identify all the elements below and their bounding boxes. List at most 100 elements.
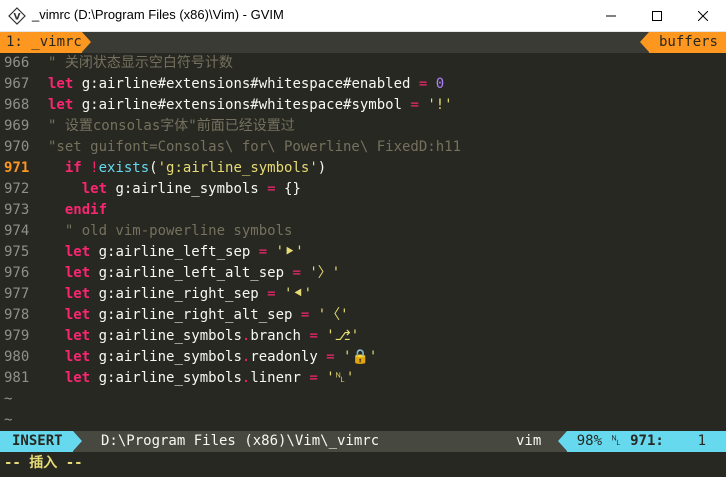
code-token: g:airline_right_alt_sep [90,307,301,323]
code-token: let [48,97,74,113]
close-icon [698,10,708,21]
percent: 98% [576,433,603,449]
line-number: 981 [4,370,30,386]
powerline-separator-icon [81,32,91,52]
line-text: let g:airline_left_sep = '⯈' [48,242,304,263]
code-line[interactable]: 973 endif [0,200,726,221]
line-number: 979 [4,328,30,344]
code-line[interactable]: 979 let g:airline_symbols.branch = '⎇' [0,326,726,347]
line-text: " 关闭状态显示空白符号计数 [48,53,233,74]
code-token: " 设置consolas字体"前面已经设置过 [48,118,295,134]
code-token: endif [64,202,108,218]
code-token: '␤' [326,370,355,386]
position-indicator: 98% ␤ 971: 1 [557,431,726,452]
code-line[interactable]: 969 " 设置consolas字体"前面已经设置过 [0,116,726,137]
line-number: 968 [4,97,30,113]
code-token: let [64,307,91,323]
code-token: '〉' [309,265,341,281]
mode-label: INSERT [12,433,63,449]
gvim-icon: V [8,7,26,25]
line-text: let g:airline#extensions#whitespace#symb… [48,95,453,116]
code-line[interactable]: 967 let g:airline#extensions#whitespace#e… [0,74,726,95]
code-line[interactable]: 976 let g:airline_left_alt_sep = '〉' [0,263,726,284]
powerline-separator-icon [72,431,82,451]
code-token: g:airline#extensions#whitespace#enabled [73,76,419,92]
line-text: let g:airline_symbols.branch = '⎇' [48,326,359,347]
code-line[interactable]: 970 "set guifont=Consolas\ for\ Powerline… [0,137,726,158]
line-number: 973 [4,202,30,218]
code-token: g:airline_left_alt_sep [90,265,293,281]
svg-text:V: V [14,13,21,23]
code-token: let [64,244,91,260]
code-token: ( [149,160,158,176]
line-text: let g:airline_symbols.linenr = '␤' [48,368,354,389]
code-token: g:airline_symbols [90,328,242,344]
line-number: 970 [4,139,30,155]
line-text: let g:airline_symbols.readonly = '🔒' [48,347,377,368]
code-line[interactable]: 981 let g:airline_symbols.linenr = '␤' [0,368,726,389]
title-bar[interactable]: V _vimrc (D:\Program Files (x86)\Vim) - … [0,0,726,32]
code-line[interactable]: 977 let g:airline_right_sep = '⯇' [0,284,726,305]
code-token: {} [275,181,301,197]
tab-label: 1: _vimrc [6,34,82,50]
line-number: 980 [4,349,30,365]
current-line[interactable]: 971 if !exists('g:airline_symbols') [0,158,726,179]
code-token: '!' [427,97,453,113]
code-line[interactable]: 966 " 关闭状态显示空白符号计数 [0,53,726,74]
line-number: 974 [4,223,30,239]
code-token: '🔒' [343,349,378,365]
code-token: g:airline_right_sep [90,286,268,302]
code-line[interactable]: 978 let g:airline_right_alt_sep = '〈' [0,305,726,326]
code-token: let [64,370,91,386]
minimize-icon [606,15,616,16]
line-text: "set guifont=Consolas\ for\ Powerline\ F… [48,137,461,158]
line-text: let g:airline_symbols = {} [48,179,301,200]
tab-vimrc[interactable]: 1: _vimrc [0,32,91,53]
command-line[interactable]: -- 插入 -- [0,453,726,474]
code-line[interactable]: 972 let g:airline_symbols = {} [0,179,726,200]
line-text: let g:airline_right_sep = '⯇' [48,284,312,305]
code-token: = [326,349,335,365]
code-line[interactable]: 968 let g:airline#extensions#whitespace#s… [0,95,726,116]
line-number: 978 [4,307,30,323]
code-token: = [309,328,318,344]
code-line[interactable]: 975 let g:airline_left_sep = '⯈' [0,242,726,263]
code-token: let [81,181,108,197]
filetype: vim [516,433,542,449]
code-token: '〈' [317,307,349,323]
gvim-window: V _vimrc (D:\Program Files (x86)\Vim) - … [0,0,726,477]
maximize-icon [652,10,662,21]
buffers-indicator[interactable]: buffers [639,32,726,53]
code-token: " 关闭状态显示空白符号计数 [48,55,233,71]
code-token: g:airline_left_sep [90,244,259,260]
line-number: 971: [630,433,664,449]
maximize-button[interactable] [634,0,680,31]
line-number: 972 [4,181,30,197]
code-token: = [292,265,301,281]
close-button[interactable] [680,0,726,31]
code-token: = [410,97,419,113]
code-token: = [267,181,276,197]
powerline-separator-icon [639,32,649,52]
line-number: 977 [4,286,30,302]
minimize-button[interactable] [588,0,634,31]
code-token: ! [90,160,99,176]
line-number: 971 [4,160,30,176]
code-line[interactable]: 974 " old vim-powerline symbols [0,221,726,242]
tabline: 1: _vimrc buffers [0,32,726,53]
code-token: linenr [250,370,310,386]
code-line[interactable]: 980 let g:airline_symbols.readonly = '🔒' [0,347,726,368]
code-token: g:airline#extensions#whitespace#symbol [73,97,411,113]
code-token: 0 [435,76,445,92]
code-token: if [64,160,82,176]
